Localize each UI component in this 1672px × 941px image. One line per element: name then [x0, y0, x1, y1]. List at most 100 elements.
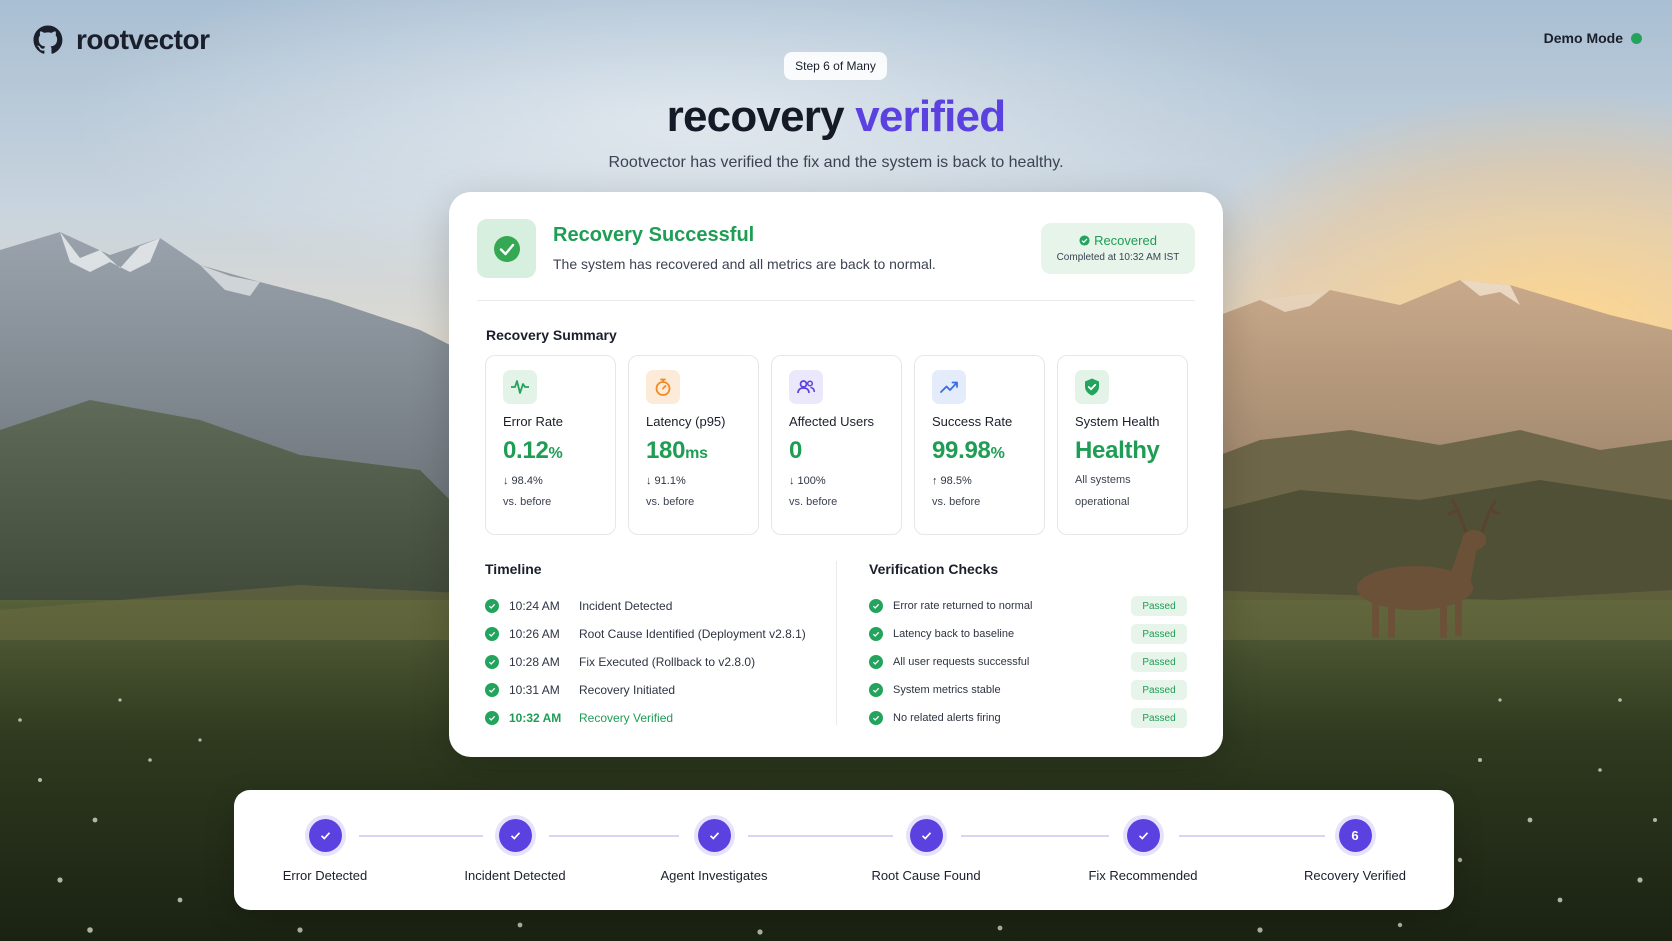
- step-root-cause-found[interactable]: Root Cause Found: [826, 819, 1026, 883]
- verification-text: System metrics stable: [893, 684, 1001, 696]
- timeline-event: Fix Executed (Rollback to v2.8.0): [579, 655, 756, 669]
- recovery-card: Recovery Successful The system has recov…: [449, 192, 1223, 757]
- timeline-heading: Timeline: [485, 561, 542, 577]
- check-circle-icon: [485, 711, 499, 725]
- metric-card-error-rate[interactable]: Error Rate 0.12% ↓ 98.4% vs. before: [485, 355, 616, 535]
- timeline-event: Incident Detected: [579, 599, 673, 613]
- verification-text: No related alerts firing: [893, 712, 1001, 724]
- metric-value: 180ms: [646, 437, 708, 464]
- timeline-time: 10:31 AM: [509, 683, 560, 697]
- step-check-icon: [498, 819, 532, 852]
- check-circle-icon: [485, 655, 499, 669]
- status-description: The system has recovered and all metrics…: [553, 256, 936, 272]
- step-label: Error Detected: [282, 868, 368, 883]
- metric-card-system-health[interactable]: System Health Healthy All systems operat…: [1057, 355, 1188, 535]
- timeline-item-current: 10:32 AM Recovery Verified: [485, 704, 825, 732]
- metric-value: 99.98%: [932, 437, 1005, 464]
- demo-mode-indicator[interactable]: Demo Mode: [1544, 30, 1642, 46]
- timeline-item: 10:26 AM Root Cause Identified (Deployme…: [485, 620, 825, 648]
- timeline-time: 10:24 AM: [509, 599, 560, 613]
- step-label: Recovery Verified: [1304, 868, 1406, 883]
- step-incident-detected[interactable]: Incident Detected: [415, 819, 615, 883]
- passed-badge: Passed: [1131, 596, 1187, 616]
- metric-label: System Health: [1075, 414, 1160, 429]
- brand-name: rootvector: [76, 24, 210, 55]
- timeline-item: 10:31 AM Recovery Initiated: [485, 676, 825, 704]
- metric-value: Healthy: [1075, 437, 1160, 464]
- step-check-icon: [697, 819, 731, 852]
- metric-delta: ↓ 100%: [789, 475, 826, 487]
- metric-card-latency[interactable]: Latency (p95) 180ms ↓ 91.1% vs. before: [628, 355, 759, 535]
- step-check-icon: [909, 819, 943, 852]
- timeline-time: 10:26 AM: [509, 627, 560, 641]
- page-title: recovery verified: [0, 92, 1672, 142]
- timeline-event: Recovery Verified: [579, 711, 674, 725]
- step-recovery-verified[interactable]: 6 Recovery Verified: [1255, 819, 1455, 883]
- status-title: Recovery Successful: [553, 224, 755, 246]
- github-icon: [33, 25, 63, 54]
- metric-note: All systems operational: [1075, 474, 1131, 508]
- timeline-item: 10:24 AM Incident Detected: [485, 592, 825, 620]
- metric-label: Latency (p95): [646, 414, 726, 429]
- metric-value: 0.12%: [503, 437, 563, 464]
- metric-delta: ↓ 91.1%: [646, 475, 686, 487]
- status-badge: Recovered Completed at 10:32 AM IST: [1041, 223, 1195, 274]
- passed-badge: Passed: [1131, 624, 1187, 644]
- metrics-row: Error Rate 0.12% ↓ 98.4% vs. before Late…: [485, 355, 1188, 535]
- verification-text: All user requests successful: [893, 656, 1030, 668]
- step-label: Incident Detected: [464, 868, 566, 883]
- page-subtitle: Rootvector has verified the fix and the …: [608, 154, 1064, 171]
- check-circle-icon: [869, 627, 883, 641]
- metric-value: 0: [789, 437, 803, 464]
- step-check-icon: [1126, 819, 1160, 852]
- check-circle-icon: [869, 655, 883, 669]
- verification-list: Error rate returned to normal Passed Lat…: [869, 592, 1187, 732]
- check-circle-icon: [1079, 235, 1090, 246]
- check-circle-icon: [485, 599, 499, 613]
- check-circle-icon: [869, 683, 883, 697]
- check-circle-icon: [493, 235, 520, 262]
- metric-note: vs. before: [646, 496, 695, 508]
- metric-card-success-rate[interactable]: Success Rate 99.98% ↑ 98.5% vs. before: [914, 355, 1045, 535]
- divider: [477, 300, 1195, 301]
- verification-text: Error rate returned to normal: [893, 600, 1033, 612]
- success-icon-box: [477, 219, 536, 278]
- metric-note: vs. before: [932, 496, 981, 508]
- verification-item: System metrics stable Passed: [869, 676, 1187, 704]
- timeline-event: Root Cause Identified (Deployment v2.8.1…: [579, 627, 806, 641]
- timeline-item: 10:28 AM Fix Executed (Rollback to v2.8.…: [485, 648, 825, 676]
- activity-icon: [503, 370, 537, 404]
- verification-text: Latency back to baseline: [893, 628, 1015, 640]
- step-label: Agent Investigates: [660, 868, 768, 883]
- badge-time: Completed at 10:32 AM IST: [1056, 252, 1180, 263]
- title-main: recovery: [666, 92, 845, 141]
- check-circle-icon: [485, 683, 499, 697]
- step-fix-recommended[interactable]: Fix Recommended: [1043, 819, 1243, 883]
- timeline-time: 10:32 AM: [509, 711, 562, 725]
- step-label: Fix Recommended: [1088, 868, 1198, 883]
- passed-badge: Passed: [1131, 652, 1187, 672]
- metric-delta: ↓ 98.4%: [503, 475, 543, 487]
- check-circle-icon: [485, 627, 499, 641]
- metric-note: vs. before: [503, 496, 552, 508]
- step-pill: Step 6 of Many: [784, 52, 887, 80]
- step-agent-investigates[interactable]: Agent Investigates: [614, 819, 814, 883]
- timeline-time: 10:28 AM: [509, 655, 560, 669]
- verification-item: No related alerts firing Passed: [869, 704, 1187, 732]
- divider: [836, 561, 837, 725]
- metric-delta: ↑ 98.5%: [932, 475, 972, 487]
- metric-card-affected-users[interactable]: Affected Users 0 ↓ 100% vs. before: [771, 355, 902, 535]
- verification-heading: Verification Checks: [869, 561, 999, 577]
- step-error-detected[interactable]: Error Detected: [225, 819, 425, 883]
- brand[interactable]: rootvector: [32, 24, 210, 56]
- timeline-event: Recovery Initiated: [579, 683, 676, 697]
- verification-item: All user requests successful Passed: [869, 648, 1187, 676]
- badge-label: Recovered: [1094, 233, 1157, 248]
- timeline-list: 10:24 AM Incident Detected 10:26 AM Root…: [485, 592, 825, 732]
- status-dot-icon: [1631, 32, 1642, 44]
- summary-heading: Recovery Summary: [486, 327, 617, 343]
- verification-item: Latency back to baseline Passed: [869, 620, 1187, 648]
- metric-label: Affected Users: [789, 414, 875, 429]
- metric-label: Error Rate: [503, 414, 563, 429]
- verification-item: Error rate returned to normal Passed: [869, 592, 1187, 620]
